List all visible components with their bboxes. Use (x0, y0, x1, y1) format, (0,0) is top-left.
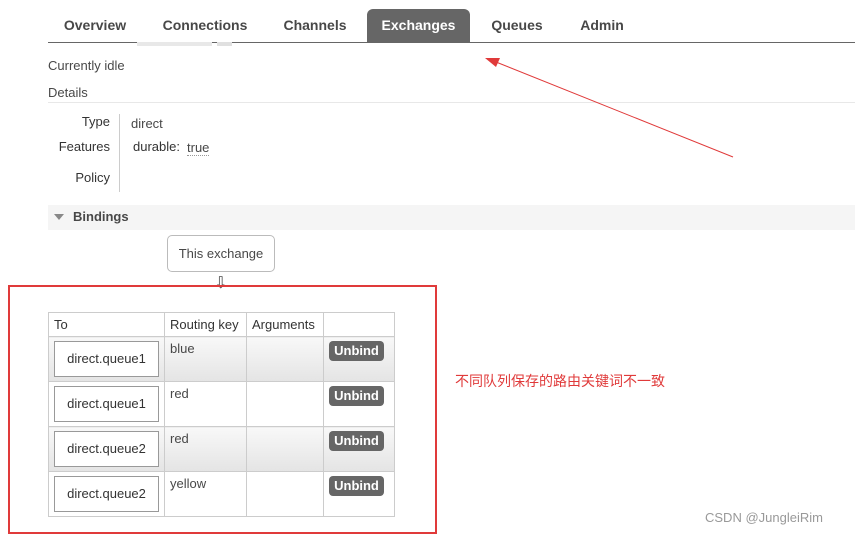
annotation-arrow-icon (485, 58, 734, 158)
arrow-head (485, 58, 500, 67)
arrow-line (495, 61, 734, 158)
